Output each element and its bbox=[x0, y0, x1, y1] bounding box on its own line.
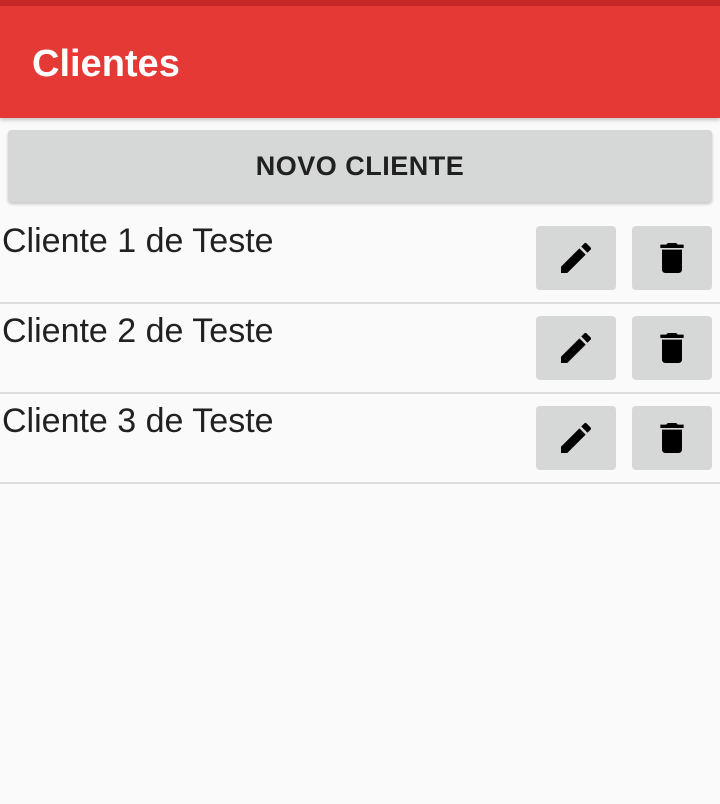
edit-client-button[interactable] bbox=[536, 226, 616, 290]
client-row: Cliente 2 de Teste bbox=[0, 304, 720, 394]
client-row: Cliente 3 de Teste bbox=[0, 394, 720, 484]
client-name: Cliente 1 de Teste bbox=[2, 222, 274, 260]
trash-icon bbox=[660, 243, 684, 273]
client-name: Cliente 2 de Teste bbox=[2, 312, 274, 350]
trash-icon bbox=[660, 423, 684, 453]
new-client-button[interactable]: NOVO CLIENTE bbox=[8, 130, 712, 202]
client-row: Cliente 1 de Teste bbox=[0, 214, 720, 304]
pencil-icon bbox=[561, 242, 592, 273]
app-bar: Clientes bbox=[0, 6, 720, 118]
delete-client-button[interactable] bbox=[632, 406, 712, 470]
edit-client-button[interactable] bbox=[536, 406, 616, 470]
delete-client-button[interactable] bbox=[632, 226, 712, 290]
pencil-icon bbox=[561, 332, 592, 363]
trash-icon bbox=[660, 333, 684, 363]
delete-client-button[interactable] bbox=[632, 316, 712, 380]
pencil-icon bbox=[561, 422, 592, 453]
client-name: Cliente 3 de Teste bbox=[2, 402, 274, 440]
page-title: Clientes bbox=[32, 43, 180, 85]
edit-client-button[interactable] bbox=[536, 316, 616, 380]
client-list: Cliente 1 de Teste Cliente 2 de Teste Cl… bbox=[0, 214, 720, 484]
